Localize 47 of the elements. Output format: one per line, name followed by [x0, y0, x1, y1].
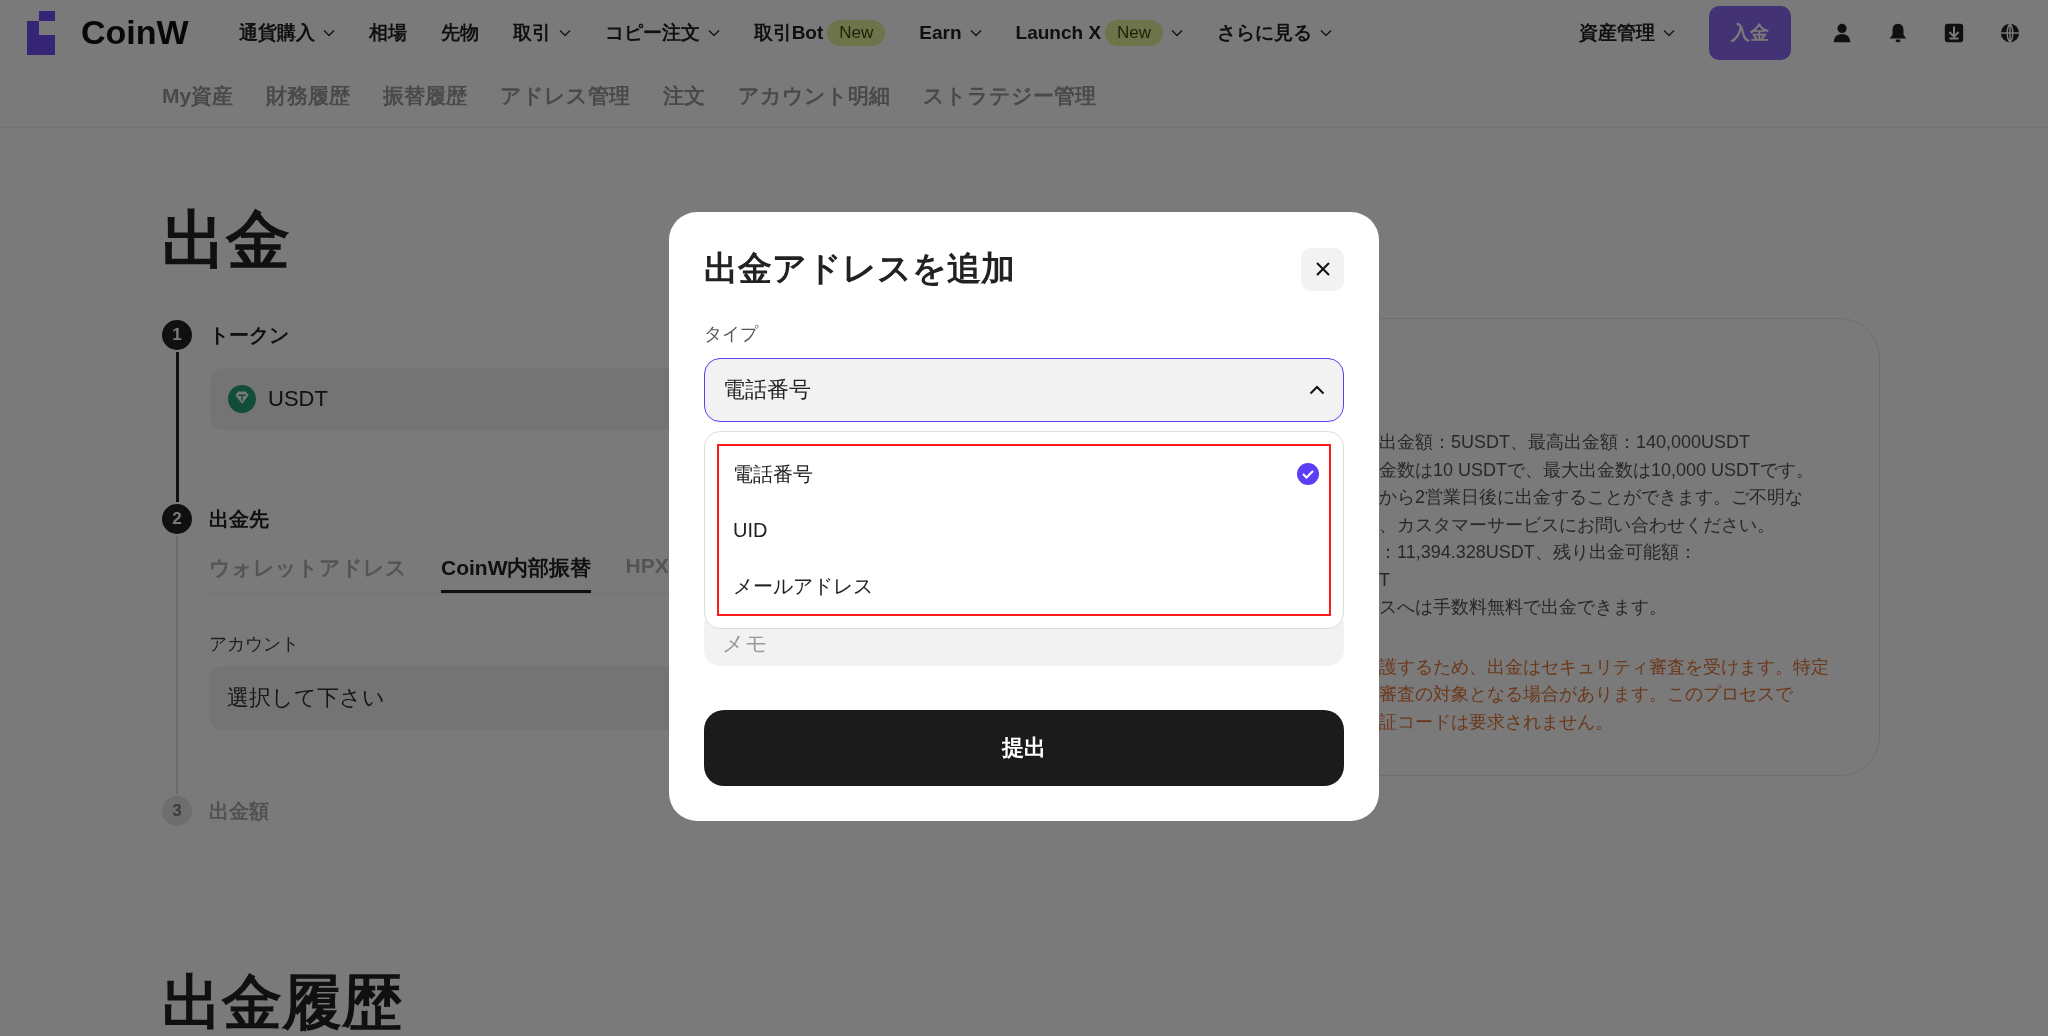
nav-item[interactable]: 通貨購入 [238, 19, 335, 46]
info-text: スへは手数料無料で出金できます。 [1379, 596, 1668, 619]
dropdown-option[interactable]: 電話番号 [719, 446, 1329, 502]
deposit-button[interactable]: 入金 [1709, 5, 1791, 60]
nav-item[interactable]: 先物 [440, 19, 479, 46]
step-label: 出金先 [209, 506, 269, 532]
nav-item[interactable]: Launch X New [1015, 19, 1184, 46]
new-badge: New [1105, 19, 1164, 46]
warning-text: 審査の対象となる場合があります。このプロセスで [1379, 683, 1794, 706]
step-number: 2 [162, 504, 192, 534]
nav-item[interactable]: Earn [919, 21, 982, 44]
step-number: 1 [162, 320, 192, 350]
nav-item[interactable]: 取引Bot New [753, 19, 886, 46]
close-icon [1314, 261, 1331, 277]
dropdown-option[interactable]: UID [719, 502, 1329, 558]
tether-icon [228, 385, 256, 413]
info-text: 、カスタマーサービスにお問い合わせください。 [1379, 513, 1776, 537]
warning-text: 証コードは要求されません。 [1379, 710, 1614, 734]
type-label: タイプ [704, 323, 760, 346]
info-text: T [1379, 568, 1391, 592]
user-icon[interactable] [1831, 21, 1853, 44]
nav-item[interactable]: コピー注文 [604, 19, 720, 46]
nav-item[interactable]: 相場 [368, 19, 407, 46]
nav-item[interactable]: さらに見る [1217, 19, 1333, 46]
type-select[interactable]: 電話番号 [704, 358, 1344, 422]
info-text: ：11,394.328USDT、残り出金可能額： [1379, 541, 1698, 564]
info-text: から2営業日後に出金することができます。ご不明な [1379, 486, 1804, 509]
warning-text: 護するため、出金はセキュリティ審査を受けます。特定 [1379, 655, 1830, 679]
new-badge: New [827, 19, 886, 46]
assets-menu[interactable]: 資産管理 [1579, 19, 1675, 46]
logo-text[interactable]: CoinW [81, 13, 189, 52]
bell-icon[interactable] [1887, 21, 1909, 44]
chevron-up-icon [1309, 385, 1325, 395]
step-label: トークン [209, 322, 289, 348]
download-icon[interactable] [1943, 21, 1965, 44]
globe-icon[interactable] [1999, 21, 2021, 44]
nav-item[interactable]: 取引 [512, 19, 571, 46]
info-text: 金数は10 USDTで、最大出金数は10,000 USDTです。 [1379, 458, 1816, 482]
close-button[interactable] [1301, 247, 1344, 291]
modal-title: 出金アドレスを追加 [704, 248, 1015, 289]
info-text: 出金額：5USDT、最高出金額：140,000USDT [1379, 431, 1752, 454]
page-title: 出金 [162, 203, 290, 278]
history-title: 出金履歴 [162, 968, 403, 1036]
account-label: アカウント [209, 633, 299, 656]
submit-button[interactable]: 提出 [704, 710, 1344, 786]
destination-tab[interactable]: CoinW内部振替 [441, 546, 592, 593]
chevron-down-icon [1663, 28, 1675, 37]
